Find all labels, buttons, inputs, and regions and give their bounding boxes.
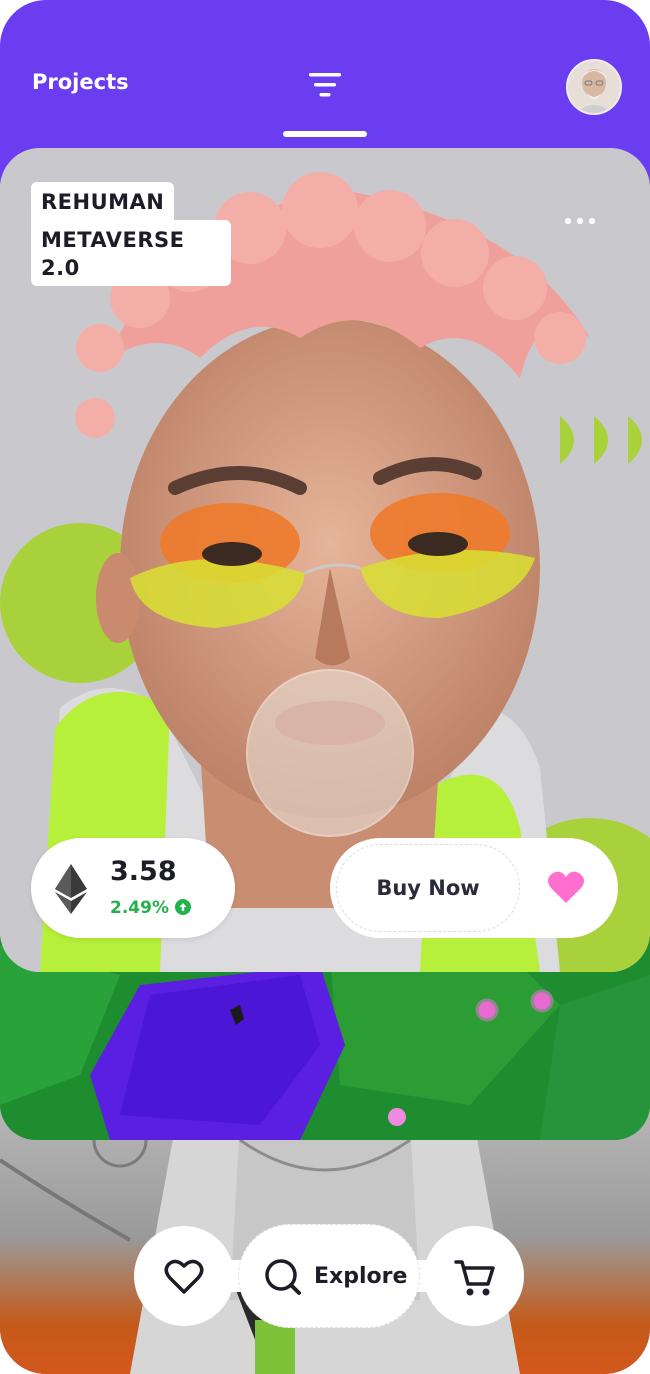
more-horizontal-icon	[564, 217, 596, 225]
page-title: Projects	[32, 70, 129, 94]
nav-favorites-button[interactable]	[134, 1226, 234, 1326]
avatar[interactable]	[566, 59, 622, 115]
filter-icon[interactable]	[307, 72, 343, 98]
bottom-nav: Explore	[134, 1224, 524, 1328]
heart-outline-icon	[164, 1259, 204, 1294]
price-value: 3.58	[110, 856, 177, 887]
price-change: 2.49%	[110, 898, 169, 918]
buy-now-button[interactable]: Buy Now	[336, 844, 520, 932]
project-title-tag: REHUMAN METAVERSE 2.0	[31, 182, 231, 286]
avatar-image	[568, 61, 620, 113]
nav-cart-button[interactable]	[424, 1226, 524, 1326]
heart-icon[interactable]	[546, 868, 586, 908]
more-options-button[interactable]	[544, 185, 616, 257]
arrow-up-icon	[175, 899, 191, 915]
project-title-line-2: METAVERSE 2.0	[31, 220, 231, 286]
purchase-actions: Buy Now	[330, 838, 618, 938]
nav-explore-label: Explore	[314, 1264, 408, 1289]
app-screen: Projects REHUMAN METAVERSE 2.0 3.58 2.49…	[0, 0, 650, 1374]
search-icon	[265, 1259, 301, 1295]
sheet-handle[interactable]	[283, 131, 367, 137]
ethereum-icon	[55, 864, 87, 914]
cart-icon	[454, 1260, 495, 1296]
project-title-line-1: REHUMAN	[31, 182, 175, 220]
price-pill: 3.58 2.49%	[31, 838, 235, 938]
